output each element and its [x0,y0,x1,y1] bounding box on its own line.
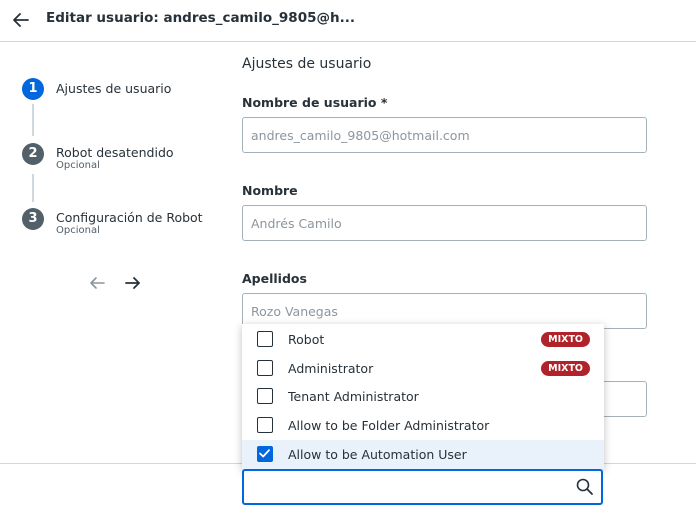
section-title: Ajustes de usuario [242,56,372,72]
step-connector [32,104,34,136]
name-label: Nombre [242,183,298,198]
step-navigation [86,272,146,294]
step-ajustes-de-usuario[interactable]: 1 Ajustes de usuario [22,78,232,108]
search-icon[interactable] [575,477,595,497]
page-header: Editar usuario: andres_camilo_9805@h... [0,0,696,42]
step-label: Configuración de Robot [56,210,203,225]
role-checkbox[interactable] [257,417,273,433]
role-checkbox-checked[interactable] [257,446,273,462]
role-label: Administrator [288,361,374,376]
role-label: Robot [288,332,325,347]
checkmark-icon [259,449,270,458]
step-robot-desatendido[interactable]: 2 Robot desatendido Opcional [22,143,232,173]
username-label: Nombre de usuario * [242,95,388,110]
previous-step-arrow-icon[interactable] [86,272,108,294]
mixed-badge: MIXTO [541,361,590,376]
step-number: 3 [22,208,44,230]
name-field[interactable] [242,205,647,241]
step-connector [32,174,34,202]
page-title: Editar usuario: andres_camilo_9805@h... [46,10,355,26]
role-checkbox[interactable] [257,331,273,347]
roles-dropdown: Robot MIXTO Administrator MIXTO Tenant A… [242,324,604,469]
role-option-administrator[interactable]: Administrator MIXTO [242,354,604,383]
role-checkbox[interactable] [257,388,273,404]
username-field[interactable] [242,117,647,153]
role-search-box [242,469,603,505]
role-label: Allow to be Folder Administrator [288,418,490,433]
role-checkbox[interactable] [257,360,273,376]
role-search-input[interactable] [250,477,570,497]
role-option-robot[interactable]: Robot MIXTO [242,325,604,354]
step-label: Ajustes de usuario [56,81,172,96]
step-number: 1 [22,78,44,100]
step-configuracion-de-robot[interactable]: 3 Configuración de Robot Opcional [22,208,232,238]
next-step-arrow-icon[interactable] [122,272,144,294]
step-label: Robot desatendido [56,145,174,160]
step-optional-label: Opcional [56,160,100,171]
role-label: Allow to be Automation User [288,447,467,462]
step-optional-label: Opcional [56,225,100,236]
role-option-tenant-administrator[interactable]: Tenant Administrator [242,382,604,411]
lastname-label: Apellidos [242,271,307,286]
back-arrow-icon[interactable] [10,9,32,31]
mixed-badge: MIXTO [541,332,590,347]
role-option-automation-user[interactable]: Allow to be Automation User [242,440,604,469]
role-option-folder-administrator[interactable]: Allow to be Folder Administrator [242,411,604,440]
role-label: Tenant Administrator [288,389,419,404]
step-number: 2 [22,143,44,165]
